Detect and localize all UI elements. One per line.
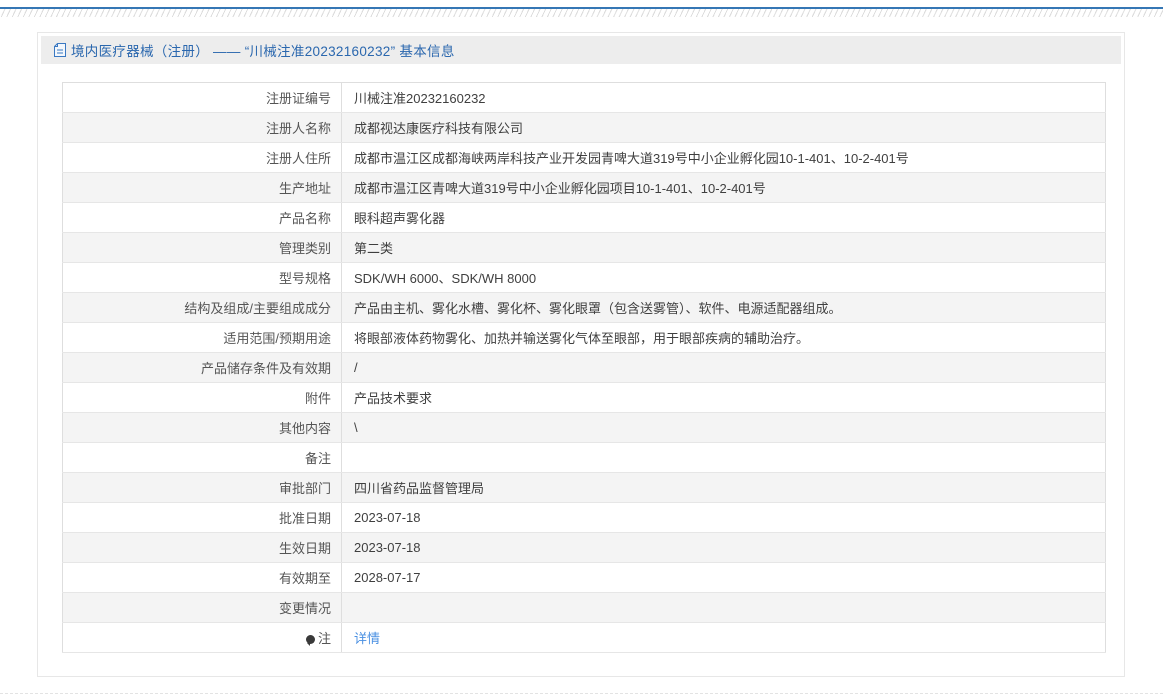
table-row: 审批部门 四川省药品监督管理局: [62, 472, 1106, 503]
footer-dashed-line: [0, 693, 1163, 694]
row-value: 产品技术要求: [341, 382, 1106, 413]
row-label: 附件: [62, 382, 342, 413]
row-value: 详情: [341, 622, 1106, 653]
registration-info-panel: 境内医疗器械（注册） —— “川械注准20232160232” 基本信息 注册证…: [37, 32, 1125, 677]
row-value: 第二类: [341, 232, 1106, 263]
row-value: 2023-07-18: [341, 502, 1106, 533]
row-label: 注: [62, 622, 342, 653]
row-value: 将眼部液体药物雾化、加热并输送雾化气体至眼部，用于眼部疾病的辅助治疗。: [341, 322, 1106, 353]
row-value: /: [341, 352, 1106, 383]
table-row: 有效期至 2028-07-17: [62, 562, 1106, 593]
row-label: 批准日期: [62, 502, 342, 533]
row-label: 注册人住所: [62, 142, 342, 173]
info-table-body: 注册证编号 川械注准20232160232 注册人名称 成都视达康医疗科技有限公司 注册…: [62, 82, 1106, 653]
top-hatch-band: [0, 9, 1163, 17]
row-value: 川械注准20232160232: [341, 82, 1106, 113]
detail-link[interactable]: 详情: [354, 631, 380, 646]
row-value: SDK/WH 6000、SDK/WH 8000: [341, 262, 1106, 293]
table-row: 注册证编号 川械注准20232160232: [62, 82, 1106, 113]
row-label: 其他内容: [62, 412, 342, 443]
row-label: 变更情况: [62, 592, 342, 623]
table-row: 管理类别 第二类: [62, 232, 1106, 263]
row-label: 产品名称: [62, 202, 342, 233]
row-label: 注册证编号: [62, 82, 342, 113]
row-value: [341, 442, 1106, 473]
row-value: [341, 592, 1106, 623]
table-wrap: 注册证编号 川械注准20232160232 注册人名称 成都视达康医疗科技有限公司 注册…: [41, 64, 1121, 665]
row-label: 结构及组成/主要组成成分: [62, 292, 342, 323]
row-value: 眼科超声雾化器: [341, 202, 1106, 233]
row-value: 产品由主机、雾化水槽、雾化杯、雾化眼罩（包含送雾管）、软件、电源适配器组成。: [341, 292, 1106, 323]
table-row: 变更情况: [62, 592, 1106, 623]
table-row: 结构及组成/主要组成成分 产品由主机、雾化水槽、雾化杯、雾化眼罩（包含送雾管）、软…: [62, 292, 1106, 323]
table-row: 注详情: [62, 622, 1106, 653]
table-row: 其他内容 \: [62, 412, 1106, 443]
table-row: 产品储存条件及有效期 /: [62, 352, 1106, 383]
table-row: 生产地址 成都市温江区青啤大道319号中小企业孵化园项目10-1-401、10-2…: [62, 172, 1106, 203]
row-label: 型号规格: [62, 262, 342, 293]
row-label: 注册人名称: [62, 112, 342, 143]
row-value: 成都市温江区青啤大道319号中小企业孵化园项目10-1-401、10-2-401…: [341, 172, 1106, 203]
row-value: \: [341, 412, 1106, 443]
row-label: 备注: [62, 442, 342, 473]
table-row: 注册人名称 成都视达康医疗科技有限公司: [62, 112, 1106, 143]
document-icon: [54, 43, 66, 57]
registration-info-table: 注册证编号 川械注准20232160232 注册人名称 成都视达康医疗科技有限公司 注册…: [62, 82, 1106, 653]
row-label: 管理类别: [62, 232, 342, 263]
title-bar: 境内医疗器械（注册） —— “川械注准20232160232” 基本信息: [41, 36, 1121, 64]
row-label: 产品储存条件及有效期: [62, 352, 342, 383]
row-value: 四川省药品监督管理局: [341, 472, 1106, 503]
row-label: 生产地址: [62, 172, 342, 203]
row-value: 成都视达康医疗科技有限公司: [341, 112, 1106, 143]
row-value: 成都市温江区成都海峡两岸科技产业开发园青啤大道319号中小企业孵化园10-1-4…: [341, 142, 1106, 173]
table-row: 批准日期 2023-07-18: [62, 502, 1106, 533]
table-row: 注册人住所 成都市温江区成都海峡两岸科技产业开发园青啤大道319号中小企业孵化园1…: [62, 142, 1106, 173]
comment-note-icon: [305, 635, 315, 646]
table-row: 备注: [62, 442, 1106, 473]
table-row: 适用范围/预期用途 将眼部液体药物雾化、加热并输送雾化气体至眼部，用于眼部疾病的辅…: [62, 322, 1106, 353]
row-label: 有效期至: [62, 562, 342, 593]
row-label: 审批部门: [62, 472, 342, 503]
row-value: 2023-07-18: [341, 532, 1106, 563]
row-label: 适用范围/预期用途: [62, 322, 342, 353]
page-title: 境内医疗器械（注册） —— “川械注准20232160232” 基本信息: [71, 44, 455, 59]
table-row: 产品名称 眼科超声雾化器: [62, 202, 1106, 233]
row-label: 生效日期: [62, 532, 342, 563]
table-row: 型号规格 SDK/WH 6000、SDK/WH 8000: [62, 262, 1106, 293]
table-row: 附件 产品技术要求: [62, 382, 1106, 413]
row-value: 2028-07-17: [341, 562, 1106, 593]
table-row: 生效日期 2023-07-18: [62, 532, 1106, 563]
